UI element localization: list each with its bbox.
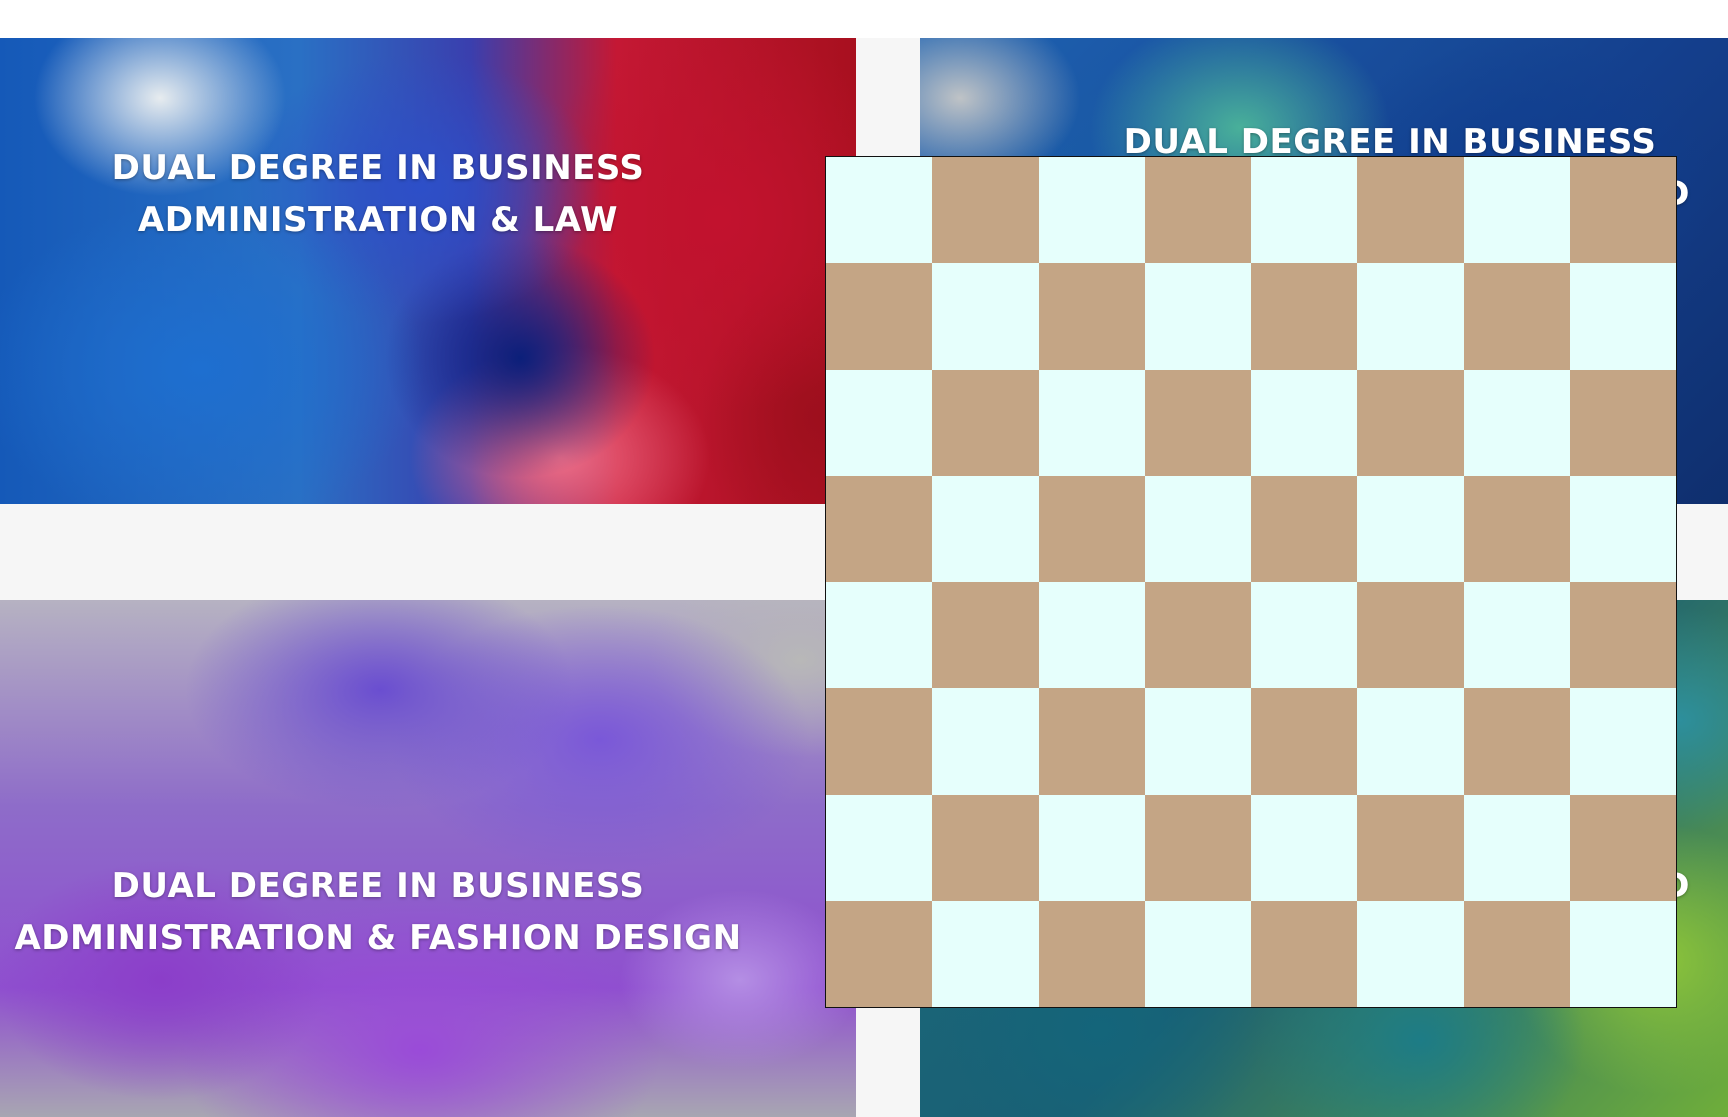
board-square (1038, 900, 1145, 1007)
checkerboard-overlay (825, 156, 1677, 1008)
board-square (932, 900, 1039, 1007)
board-square (1144, 369, 1251, 476)
board-square (932, 157, 1039, 264)
program-card-business-fashion-design[interactable]: Dual Degree in Business Administration &… (0, 600, 856, 1117)
board-square (1357, 582, 1464, 689)
board-square (1569, 475, 1676, 582)
board-square (1251, 263, 1358, 370)
board-square (1357, 794, 1464, 901)
program-card-title-line: Dual Degree in Business (111, 148, 645, 188)
board-square (1357, 688, 1464, 795)
board-square (1357, 369, 1464, 476)
board-square (1463, 263, 1570, 370)
page: Dual Degree in Business Administration &… (0, 0, 1728, 1117)
board-square (1251, 688, 1358, 795)
board-square (932, 582, 1039, 689)
board-square (1038, 157, 1145, 264)
board-square (1144, 263, 1251, 370)
board-square (1463, 688, 1570, 795)
board-square (1251, 369, 1358, 476)
board-square (1038, 794, 1145, 901)
program-card-business-law[interactable]: Dual Degree in Business Administration &… (0, 38, 856, 504)
board-square (1144, 794, 1251, 901)
board-square (826, 369, 933, 476)
board-square (1038, 475, 1145, 582)
board-square (1038, 369, 1145, 476)
board-square (1569, 794, 1676, 901)
board-square (1144, 900, 1251, 1007)
program-card-title-line: Dual Degree in Business (111, 866, 645, 906)
board-square (1251, 794, 1358, 901)
board-square (1569, 688, 1676, 795)
board-square (1569, 263, 1676, 370)
board-square (1463, 900, 1570, 1007)
program-card-title-line: Administration & Fashion Design (14, 918, 742, 958)
board-square (826, 794, 933, 901)
board-square (1357, 900, 1464, 1007)
board-square (1463, 157, 1570, 264)
board-square (1038, 688, 1145, 795)
board-square (1144, 582, 1251, 689)
top-strip (0, 0, 1728, 38)
board-square (1357, 157, 1464, 264)
board-square (826, 900, 933, 1007)
board-square (1251, 475, 1358, 582)
board-square (932, 688, 1039, 795)
board-square (1144, 475, 1251, 582)
board-square (1357, 263, 1464, 370)
board-square (826, 157, 933, 264)
program-card-title: Dual Degree in Business Administration &… (0, 142, 756, 246)
board-square (1038, 582, 1145, 689)
board-square (1251, 157, 1358, 264)
board-square (1038, 263, 1145, 370)
board-square (1463, 369, 1570, 476)
board-square (932, 263, 1039, 370)
board-square (1569, 900, 1676, 1007)
program-card-title: Dual Degree in Business Administration &… (0, 860, 756, 964)
board-square (1569, 369, 1676, 476)
board-square (826, 263, 933, 370)
board-square (1463, 794, 1570, 901)
board-square (1569, 157, 1676, 264)
board-square (826, 688, 933, 795)
board-square (826, 582, 933, 689)
board-square (932, 475, 1039, 582)
board-square (826, 475, 933, 582)
board-square (932, 794, 1039, 901)
board-square (1251, 582, 1358, 689)
program-card-title-line: Administration & Law (137, 200, 619, 240)
board-square (1144, 688, 1251, 795)
board-square (932, 369, 1039, 476)
board-square (1463, 475, 1570, 582)
board-square (1357, 475, 1464, 582)
board-square (1251, 900, 1358, 1007)
board-square (1463, 582, 1570, 689)
board-square (1144, 157, 1251, 264)
board-square (1569, 582, 1676, 689)
